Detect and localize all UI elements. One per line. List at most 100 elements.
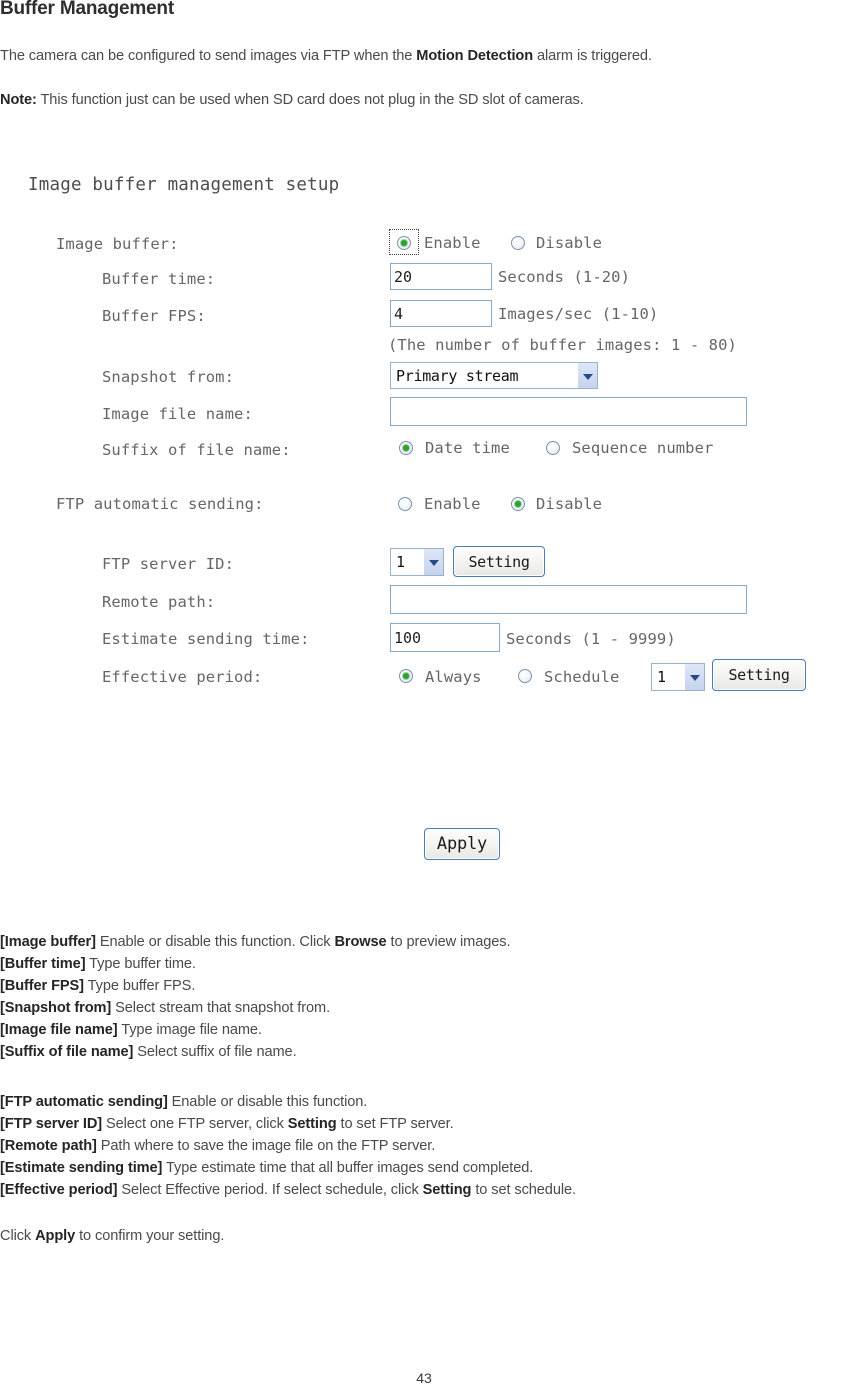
description-text: Type image file name. bbox=[117, 1022, 262, 1038]
description-term: [Remote path] bbox=[0, 1138, 97, 1154]
description-text: Type buffer time. bbox=[85, 956, 196, 972]
description-emphasis: Browse bbox=[334, 934, 387, 950]
description-item: [Image file name] Type image file name. bbox=[0, 1022, 262, 1038]
description-item: [FTP automatic sending] Enable or disabl… bbox=[0, 1094, 367, 1110]
description-item: [Estimate sending time] Type estimate ti… bbox=[0, 1160, 533, 1176]
description-item: [Buffer time] Type buffer time. bbox=[0, 956, 196, 972]
description-emphasis: Setting bbox=[287, 1116, 337, 1132]
description-text: Select one FTP server, click bbox=[102, 1116, 288, 1132]
label-estimate-sending-time: Estimate sending time: bbox=[102, 630, 310, 648]
description-item: [FTP server ID] Select one FTP server, c… bbox=[0, 1116, 454, 1132]
description-item: [Buffer FPS] Type buffer FPS. bbox=[0, 978, 195, 994]
description-text: Select Effective period. If select sched… bbox=[117, 1182, 423, 1198]
image-buffer-management-panel: Image buffer management setup Image buff… bbox=[0, 160, 848, 900]
label-suffix-sequence-number: Sequence number bbox=[572, 439, 714, 457]
description-item: [Suffix of file name] Select suffix of f… bbox=[0, 1044, 297, 1060]
radio-image-buffer-enable[interactable] bbox=[397, 236, 411, 250]
input-estimate-sending-time[interactable] bbox=[390, 623, 500, 652]
label-image-buffer: Image buffer: bbox=[56, 235, 179, 253]
hint-estimate-sending-time: Seconds (1 - 9999) bbox=[506, 630, 676, 648]
intro-text-before: The camera can be configured to send ima… bbox=[0, 48, 417, 64]
description-item: [Snapshot from] Select stream that snaps… bbox=[0, 1000, 330, 1016]
radio-suffix-sequence-number[interactable] bbox=[546, 441, 560, 455]
description-emphasis: Setting bbox=[422, 1182, 472, 1198]
radio-ftp-sending-disable[interactable] bbox=[511, 497, 525, 511]
description-term: [FTP server ID] bbox=[0, 1116, 103, 1132]
description-text: Enable or disable this function. Click bbox=[95, 934, 335, 950]
label-remote-path: Remote path: bbox=[102, 593, 216, 611]
input-buffer-time[interactable] bbox=[390, 263, 492, 290]
description-item: [Remote path] Path where to save the ima… bbox=[0, 1138, 435, 1154]
page-title: Buffer Management bbox=[0, 0, 174, 19]
schedule-setting-button[interactable]: Setting bbox=[712, 659, 806, 691]
select-ftp-server-id[interactable]: 1 bbox=[390, 548, 444, 576]
note-label: Note: bbox=[0, 92, 37, 108]
input-buffer-fps[interactable] bbox=[390, 300, 492, 327]
label-ftp-sending-disable: Disable bbox=[536, 495, 603, 513]
description-term: [Buffer time] bbox=[0, 956, 86, 972]
description-text: Enable or disable this function. bbox=[167, 1094, 368, 1110]
select-schedule-id-value: 1 bbox=[657, 668, 666, 686]
description-term: [Snapshot from] bbox=[0, 1000, 112, 1016]
description-term: [Effective period] bbox=[0, 1182, 118, 1198]
select-snapshot-from[interactable]: Primary stream bbox=[390, 362, 598, 389]
label-ftp-server-id: FTP server ID: bbox=[102, 555, 235, 573]
description-term: [Image file name] bbox=[0, 1022, 118, 1038]
label-effective-always: Always bbox=[425, 668, 482, 686]
radio-effective-schedule[interactable] bbox=[518, 669, 532, 683]
closing-paragraph: Click Apply to confirm your setting. bbox=[0, 1228, 224, 1244]
note-paragraph: Note: This function just can be used whe… bbox=[0, 92, 584, 108]
label-image-buffer-disable: Disable bbox=[536, 234, 603, 252]
closing-before: Click bbox=[0, 1228, 36, 1244]
description-item: [Effective period] Select Effective peri… bbox=[0, 1182, 576, 1198]
select-snapshot-from-value: Primary stream bbox=[396, 366, 519, 385]
description-tail: to set FTP server. bbox=[336, 1116, 454, 1132]
panel-heading: Image buffer management setup bbox=[28, 175, 340, 195]
label-effective-period: Effective period: bbox=[102, 668, 263, 686]
note-buffer-images-count: (The number of buffer images: 1 - 80) bbox=[388, 336, 737, 354]
input-image-file-name[interactable] bbox=[390, 397, 747, 426]
label-snapshot-from: Snapshot from: bbox=[102, 368, 235, 386]
chevron-down-icon bbox=[424, 549, 443, 575]
motion-detection-emphasis: Motion Detection bbox=[416, 48, 534, 64]
input-remote-path[interactable] bbox=[390, 585, 747, 614]
label-buffer-fps: Buffer FPS: bbox=[102, 307, 206, 325]
closing-after: to confirm your setting. bbox=[75, 1228, 225, 1244]
label-ftp-sending-enable: Enable bbox=[424, 495, 481, 513]
label-suffix-of-file-name: Suffix of file name: bbox=[102, 441, 291, 459]
description-term: [FTP automatic sending] bbox=[0, 1094, 168, 1110]
intro-paragraph: The camera can be configured to send ima… bbox=[0, 48, 652, 64]
intro-text-after: alarm is triggered. bbox=[533, 48, 652, 64]
label-buffer-time: Buffer time: bbox=[102, 270, 216, 288]
description-term: [Buffer FPS] bbox=[0, 978, 84, 994]
description-text: Type estimate time that all buffer image… bbox=[162, 1160, 534, 1176]
chevron-down-icon bbox=[578, 363, 597, 388]
description-text: Type buffer FPS. bbox=[83, 978, 196, 994]
apply-button[interactable]: Apply bbox=[424, 828, 500, 860]
description-text: Select suffix of file name. bbox=[133, 1044, 297, 1060]
description-tail: to preview images. bbox=[386, 934, 511, 950]
radio-ftp-sending-enable[interactable] bbox=[398, 497, 412, 511]
description-text: Path where to save the image file on the… bbox=[96, 1138, 436, 1154]
radio-image-buffer-disable[interactable] bbox=[511, 236, 525, 250]
description-text: Select stream that snapshot from. bbox=[111, 1000, 331, 1016]
page-number: 43 bbox=[416, 1370, 432, 1386]
apply-emphasis: Apply bbox=[35, 1228, 76, 1244]
ftp-server-setting-button[interactable]: Setting bbox=[453, 546, 545, 577]
select-schedule-id[interactable]: 1 bbox=[651, 663, 705, 691]
description-item: [Image buffer] Enable or disable this fu… bbox=[0, 934, 511, 950]
label-ftp-automatic-sending: FTP automatic sending: bbox=[56, 495, 264, 513]
label-suffix-date-time: Date time bbox=[425, 439, 510, 457]
description-term: [Image buffer] bbox=[0, 934, 96, 950]
description-tail: to set schedule. bbox=[471, 1182, 576, 1198]
description-term: [Estimate sending time] bbox=[0, 1160, 163, 1176]
description-term: [Suffix of file name] bbox=[0, 1044, 134, 1060]
hint-buffer-time: Seconds (1-20) bbox=[498, 268, 631, 286]
label-image-buffer-enable: Enable bbox=[424, 234, 481, 252]
radio-suffix-date-time[interactable] bbox=[399, 441, 413, 455]
radio-effective-always[interactable] bbox=[399, 669, 413, 683]
select-ftp-server-id-value: 1 bbox=[396, 553, 405, 571]
chevron-down-icon bbox=[685, 664, 704, 690]
note-text: This function just can be used when SD c… bbox=[36, 92, 584, 108]
hint-buffer-fps: Images/sec (1-10) bbox=[498, 305, 659, 323]
